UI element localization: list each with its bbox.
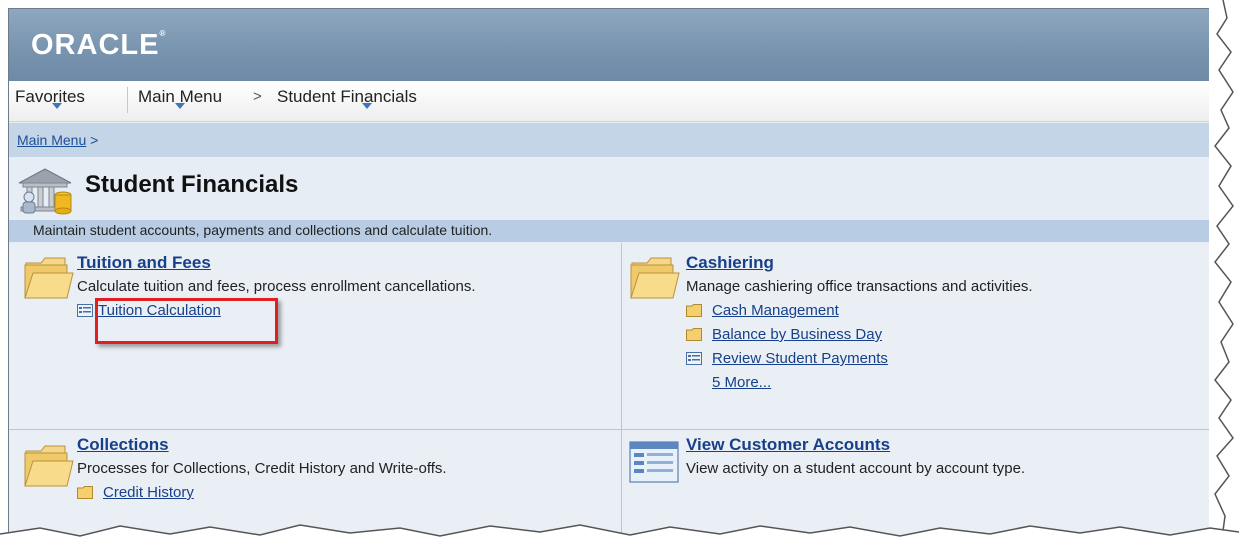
- component-icon: [629, 441, 679, 483]
- grid-divider-horizontal: [9, 429, 1209, 430]
- balance-by-business-day-link[interactable]: Balance by Business Day: [712, 326, 882, 343]
- page-header: Student Financials: [9, 157, 1209, 219]
- page-title: Student Financials: [85, 171, 299, 198]
- cashiering-description: Manage cashiering office transactions an…: [686, 278, 1033, 295]
- folder-icon: [630, 257, 680, 299]
- menu-bar: Favorites Main Menu > Student Financials: [9, 81, 1209, 122]
- peoplesoft-window: ORACLE® Favorites Main Menu > Student Fi…: [8, 8, 1209, 539]
- folder-icon: [686, 328, 702, 341]
- review-student-payments-link[interactable]: Review Student Payments: [712, 350, 888, 367]
- tuition-and-fees-description: Calculate tuition and fees, process enro…: [77, 278, 476, 295]
- more-link[interactable]: 5 More...: [712, 374, 771, 391]
- menu-separator: >: [253, 88, 262, 105]
- chevron-down-icon[interactable]: [52, 103, 62, 109]
- oracle-header: ORACLE®: [9, 9, 1209, 81]
- folder-icon: [77, 486, 93, 499]
- cashiering-link[interactable]: Cashiering: [686, 253, 774, 273]
- student-financials-icon: [18, 168, 72, 215]
- torn-edge-right: [1214, 0, 1239, 546]
- favorites-menu[interactable]: Favorites: [15, 87, 85, 107]
- tuition-and-fees-link[interactable]: Tuition and Fees: [77, 253, 211, 273]
- menu-divider: [127, 87, 128, 113]
- component-icon: [77, 304, 93, 317]
- credit-history-link[interactable]: Credit History: [103, 484, 194, 501]
- student-financials-menu[interactable]: Student Financials: [277, 87, 417, 107]
- cash-management-link[interactable]: Cash Management: [712, 302, 839, 319]
- grid-divider-vertical: [621, 243, 622, 539]
- folder-icon: [686, 304, 702, 317]
- page-description-bar: Maintain student accounts, payments and …: [9, 220, 1209, 242]
- collections-description: Processes for Collections, Credit Histor…: [77, 460, 447, 477]
- highlight-box: [95, 298, 278, 344]
- breadcrumb-separator: >: [90, 132, 99, 148]
- oracle-logo: ORACLE®: [31, 29, 167, 61]
- torn-edge-bottom: [0, 524, 1239, 546]
- view-customer-accounts-link[interactable]: View Customer Accounts: [686, 435, 890, 455]
- folder-icon: [24, 445, 74, 487]
- view-customer-accounts-description: View activity on a student account by ac…: [686, 460, 1026, 477]
- folder-icon: [24, 257, 74, 299]
- breadcrumb-main-menu[interactable]: Main Menu: [17, 132, 86, 148]
- page-description: Maintain student accounts, payments and …: [33, 222, 493, 238]
- chevron-down-icon[interactable]: [362, 103, 372, 109]
- component-icon: [686, 352, 702, 365]
- collections-link[interactable]: Collections: [77, 435, 169, 455]
- breadcrumb: Main Menu >: [9, 123, 1209, 157]
- chevron-down-icon[interactable]: [175, 103, 185, 109]
